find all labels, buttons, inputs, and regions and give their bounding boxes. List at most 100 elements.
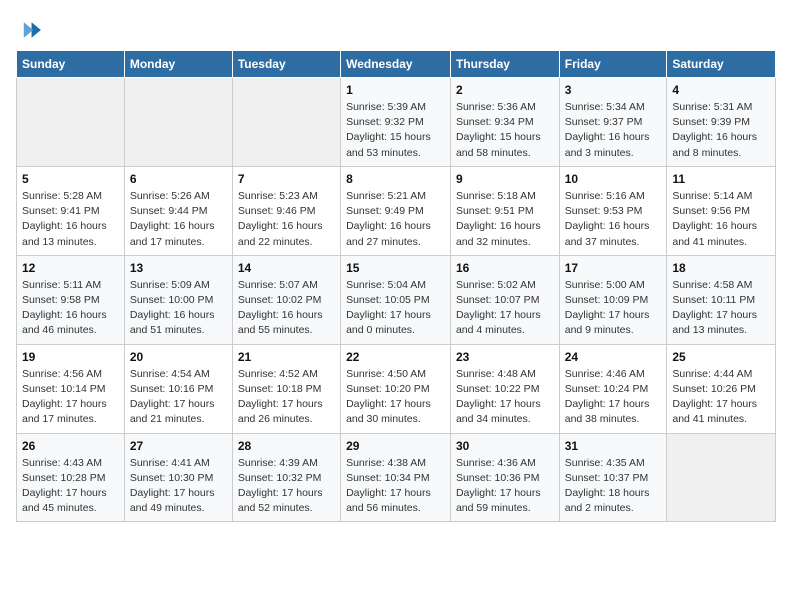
day-info: Sunrise: 5:02 AM Sunset: 10:07 PM Daylig… [456,278,554,339]
calendar-cell: 23 Sunrise: 4:48 AM Sunset: 10:22 PM Dayl… [450,344,559,433]
day-number: 22 [346,350,445,364]
day-info: Sunrise: 4:56 AM Sunset: 10:14 PM Daylig… [22,367,119,428]
weekday-header: Wednesday [341,51,451,78]
calendar-cell: 6 Sunrise: 5:26 AM Sunset: 9:44 PM Daylig… [124,166,232,255]
day-info: Sunrise: 5:21 AM Sunset: 9:49 PM Dayligh… [346,189,445,250]
day-info: Sunrise: 4:54 AM Sunset: 10:16 PM Daylig… [130,367,227,428]
day-info: Sunrise: 4:35 AM Sunset: 10:37 PM Daylig… [565,456,662,517]
day-info: Sunrise: 4:39 AM Sunset: 10:32 PM Daylig… [238,456,335,517]
day-number: 13 [130,261,227,275]
calendar-cell: 7 Sunrise: 5:23 AM Sunset: 9:46 PM Daylig… [232,166,340,255]
calendar-cell: 8Sunrise: 5:21 AM Sunset: 9:49 PM Daylig… [341,166,451,255]
day-number: 18 [672,261,770,275]
day-number: 5 [22,172,119,186]
calendar-cell: 15Sunrise: 5:04 AM Sunset: 10:05 PM Dayl… [341,255,451,344]
day-number: 4 [672,83,770,97]
day-number: 11 [672,172,770,186]
day-info: Sunrise: 4:50 AM Sunset: 10:20 PM Daylig… [346,367,445,428]
day-info: Sunrise: 4:58 AM Sunset: 10:11 PM Daylig… [672,278,770,339]
calendar-cell: 16 Sunrise: 5:02 AM Sunset: 10:07 PM Dayl… [450,255,559,344]
day-number: 23 [456,350,554,364]
day-info: Sunrise: 5:23 AM Sunset: 9:46 PM Dayligh… [238,189,335,250]
calendar-week-row: 1 Sunrise: 5:39 AM Sunset: 9:32 PM Daylig… [17,78,776,167]
day-number: 20 [130,350,227,364]
day-number: 12 [22,261,119,275]
calendar-cell: 12 Sunrise: 5:11 AM Sunset: 9:58 PM Dayli… [17,255,125,344]
day-number: 9 [456,172,554,186]
day-info: Sunrise: 5:16 AM Sunset: 9:53 PM Dayligh… [565,189,662,250]
day-info: Sunrise: 4:41 AM Sunset: 10:30 PM Daylig… [130,456,227,517]
weekday-header: Thursday [450,51,559,78]
calendar-cell: 19 Sunrise: 4:56 AM Sunset: 10:14 PM Dayl… [17,344,125,433]
calendar-cell: 26Sunrise: 4:43 AM Sunset: 10:28 PM Dayl… [17,433,125,522]
day-number: 2 [456,83,554,97]
calendar-cell [124,78,232,167]
day-number: 6 [130,172,227,186]
calendar-cell: 31Sunrise: 4:35 AM Sunset: 10:37 PM Dayl… [559,433,667,522]
calendar-cell: 10 Sunrise: 5:16 AM Sunset: 9:53 PM Dayli… [559,166,667,255]
calendar-cell: 20 Sunrise: 4:54 AM Sunset: 10:16 PM Dayl… [124,344,232,433]
weekday-header: Friday [559,51,667,78]
day-info: Sunrise: 5:26 AM Sunset: 9:44 PM Dayligh… [130,189,227,250]
weekday-header: Monday [124,51,232,78]
calendar-cell: 25Sunrise: 4:44 AM Sunset: 10:26 PM Dayl… [667,344,776,433]
weekday-header: Saturday [667,51,776,78]
day-number: 15 [346,261,445,275]
day-number: 29 [346,439,445,453]
day-info: Sunrise: 5:18 AM Sunset: 9:51 PM Dayligh… [456,189,554,250]
day-info: Sunrise: 5:14 AM Sunset: 9:56 PM Dayligh… [672,189,770,250]
day-info: Sunrise: 5:00 AM Sunset: 10:09 PM Daylig… [565,278,662,339]
calendar-cell: 5 Sunrise: 5:28 AM Sunset: 9:41 PM Daylig… [17,166,125,255]
day-info: Sunrise: 5:09 AM Sunset: 10:00 PM Daylig… [130,278,227,339]
calendar-cell: 1 Sunrise: 5:39 AM Sunset: 9:32 PM Daylig… [341,78,451,167]
day-number: 14 [238,261,335,275]
calendar-cell [667,433,776,522]
day-number: 3 [565,83,662,97]
calendar-cell: 2Sunrise: 5:36 AM Sunset: 9:34 PM Daylig… [450,78,559,167]
calendar-cell: 11 Sunrise: 5:14 AM Sunset: 9:56 PM Dayli… [667,166,776,255]
day-info: Sunrise: 4:38 AM Sunset: 10:34 PM Daylig… [346,456,445,517]
day-info: Sunrise: 5:31 AM Sunset: 9:39 PM Dayligh… [672,100,770,161]
weekday-header: Tuesday [232,51,340,78]
day-info: Sunrise: 5:11 AM Sunset: 9:58 PM Dayligh… [22,278,119,339]
calendar-cell: 30 Sunrise: 4:36 AM Sunset: 10:36 PM Dayl… [450,433,559,522]
day-number: 17 [565,261,662,275]
day-number: 10 [565,172,662,186]
calendar-cell: 29 Sunrise: 4:38 AM Sunset: 10:34 PM Dayl… [341,433,451,522]
calendar-cell: 4 Sunrise: 5:31 AM Sunset: 9:39 PM Daylig… [667,78,776,167]
calendar-cell: 17 Sunrise: 5:00 AM Sunset: 10:09 PM Dayl… [559,255,667,344]
calendar-cell: 27 Sunrise: 4:41 AM Sunset: 10:30 PM Dayl… [124,433,232,522]
header [16,16,776,44]
day-number: 7 [238,172,335,186]
calendar-cell: 28 Sunrise: 4:39 AM Sunset: 10:32 PM Dayl… [232,433,340,522]
calendar-cell: 24 Sunrise: 4:46 AM Sunset: 10:24 PM Dayl… [559,344,667,433]
calendar-cell: 14 Sunrise: 5:07 AM Sunset: 10:02 PM Dayl… [232,255,340,344]
day-number: 30 [456,439,554,453]
calendar-week-row: 12 Sunrise: 5:11 AM Sunset: 9:58 PM Dayli… [17,255,776,344]
day-info: Sunrise: 5:07 AM Sunset: 10:02 PM Daylig… [238,278,335,339]
calendar-cell [17,78,125,167]
day-info: Sunrise: 5:28 AM Sunset: 9:41 PM Dayligh… [22,189,119,250]
logo-icon [16,16,44,44]
calendar-cell: 3Sunrise: 5:34 AM Sunset: 9:37 PM Daylig… [559,78,667,167]
day-info: Sunrise: 4:44 AM Sunset: 10:26 PM Daylig… [672,367,770,428]
day-number: 16 [456,261,554,275]
day-number: 28 [238,439,335,453]
calendar-week-row: 26Sunrise: 4:43 AM Sunset: 10:28 PM Dayl… [17,433,776,522]
day-number: 19 [22,350,119,364]
day-number: 24 [565,350,662,364]
day-info: Sunrise: 4:36 AM Sunset: 10:36 PM Daylig… [456,456,554,517]
day-number: 27 [130,439,227,453]
calendar-cell: 22 Sunrise: 4:50 AM Sunset: 10:20 PM Dayl… [341,344,451,433]
calendar-week-row: 5 Sunrise: 5:28 AM Sunset: 9:41 PM Daylig… [17,166,776,255]
weekday-header: Sunday [17,51,125,78]
calendar-table: SundayMondayTuesdayWednesdayThursdayFrid… [16,50,776,522]
day-info: Sunrise: 4:46 AM Sunset: 10:24 PM Daylig… [565,367,662,428]
calendar-week-row: 19 Sunrise: 4:56 AM Sunset: 10:14 PM Dayl… [17,344,776,433]
calendar-cell: 21Sunrise: 4:52 AM Sunset: 10:18 PM Dayl… [232,344,340,433]
day-number: 1 [346,83,445,97]
day-info: Sunrise: 5:39 AM Sunset: 9:32 PM Dayligh… [346,100,445,161]
logo [16,16,48,44]
page-container: SundayMondayTuesdayWednesdayThursdayFrid… [0,0,792,532]
day-info: Sunrise: 4:48 AM Sunset: 10:22 PM Daylig… [456,367,554,428]
